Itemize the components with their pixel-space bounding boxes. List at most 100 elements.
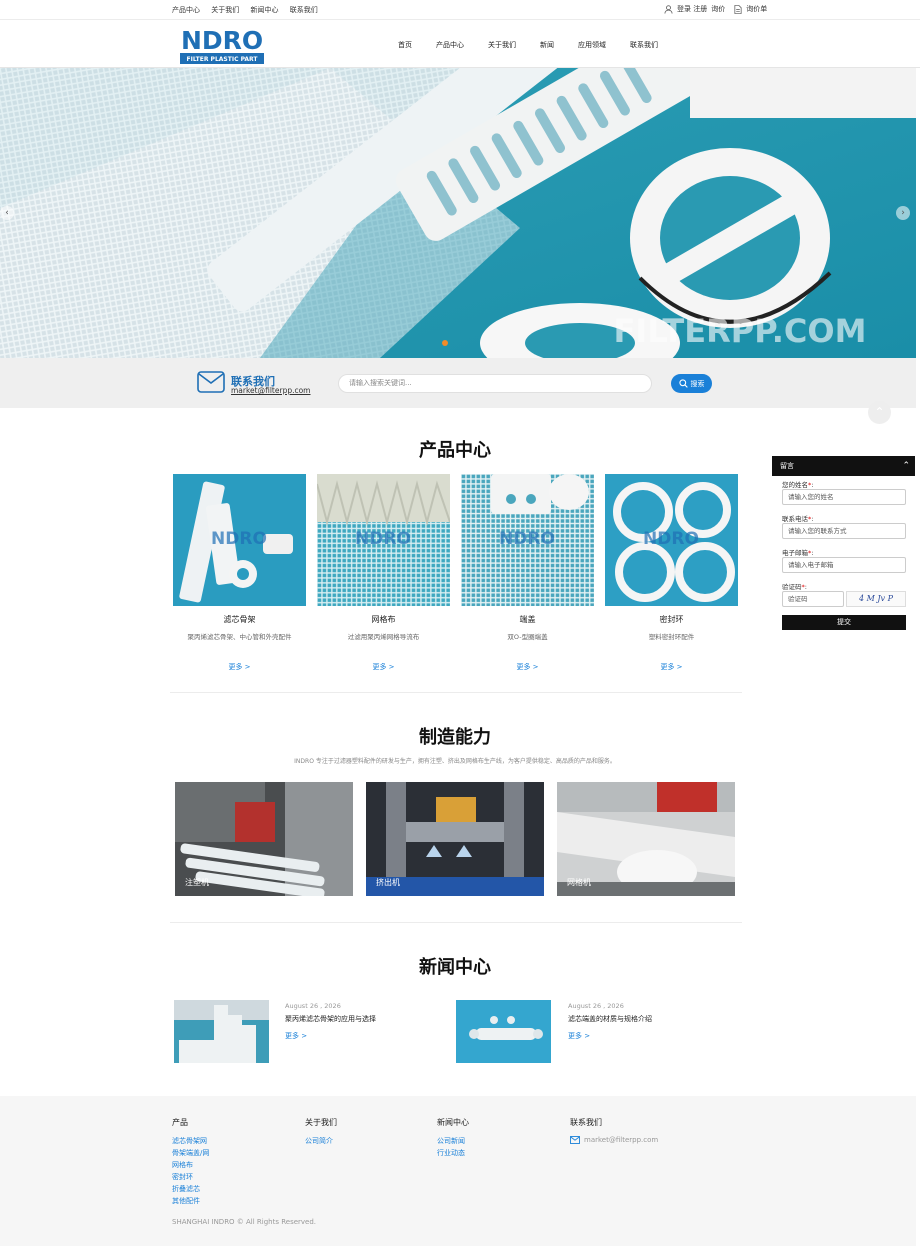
footer-link[interactable]: 骨架端盖/网 [172, 1148, 209, 1158]
collapse-chevron-icon[interactable]: ⌃ [902, 456, 910, 476]
news-title[interactable]: 聚丙烯滤芯骨架的应用与选择 [285, 1014, 376, 1024]
footer-link[interactable]: 公司新闻 [437, 1136, 465, 1146]
product-name[interactable]: 网格布 [317, 614, 450, 625]
footer-col-title: 联系我们 [570, 1118, 602, 1127]
product-more-link[interactable]: 更多 > [317, 662, 450, 672]
product-more-link[interactable]: 更多 > [461, 662, 594, 672]
search-input[interactable]: 请输入搜索关键词... [338, 374, 652, 393]
nav-applications[interactable]: 应用领域 [578, 40, 606, 50]
product-image-ring[interactable]: NDRO [605, 474, 738, 606]
banner-next-arrow-icon[interactable]: › [896, 206, 910, 220]
top-links: 产品中心 关于我们 新闻中心 联系我们 [172, 5, 327, 15]
news-more-link[interactable]: 更多 > [568, 1031, 590, 1041]
field-label: 联系电话*: [782, 515, 814, 523]
search-button-label: 搜索 [690, 379, 705, 388]
svg-text:NDRO: NDRO [211, 529, 267, 549]
cart-link[interactable]: 询价 [711, 4, 725, 14]
nav-about[interactable]: 关于我们 [488, 40, 516, 50]
field-label: 验证码*: [782, 583, 807, 591]
product-desc: 双O-型圈端盖 [507, 633, 548, 641]
news-image[interactable] [456, 1000, 551, 1063]
top-link-about[interactable]: 关于我们 [211, 6, 239, 14]
banner-watermark: FILTERPP.COM [614, 312, 867, 350]
search-icon [678, 379, 688, 388]
account-links: 登录 注册 询价 询价单 [664, 4, 767, 14]
footer-email[interactable]: market@filterpp.com [584, 1136, 658, 1144]
top-bar: 产品中心 关于我们 新闻中心 联系我们 登录 注册 询价 询价单 [0, 0, 920, 20]
footer-link[interactable]: 公司简介 [305, 1136, 333, 1146]
footer-link[interactable]: 网格布 [172, 1160, 193, 1170]
indro-logo-image: NDRO FILTER PLASTIC PART [180, 26, 264, 64]
footer-link[interactable]: 折叠滤芯 [172, 1184, 200, 1194]
capability-label: 挤出机 [376, 878, 400, 887]
product-image-endcap[interactable]: NDRO [461, 474, 594, 606]
inquiry-widget-header[interactable]: 留言 ⌃ [772, 456, 915, 476]
product-name[interactable]: 密封环 [605, 614, 738, 625]
phone-field[interactable]: 请输入您的联系方式 [782, 523, 906, 539]
svg-text:NDRO: NDRO [355, 529, 411, 549]
search-button[interactable]: 搜索 [671, 374, 712, 393]
user-icon [664, 4, 673, 14]
product-more-link[interactable]: 更多 > [605, 662, 738, 672]
news-date: August 26 , 2026 [568, 1002, 624, 1010]
field-label: 您的姓名*: [782, 481, 814, 489]
copyright: SHANGHAI INDRO © All Rights Reserved. [172, 1218, 317, 1226]
section-divider [170, 692, 742, 693]
footer-col-title: 产品 [172, 1118, 188, 1127]
news-image[interactable] [174, 1000, 269, 1063]
footer-link[interactable]: 滤芯骨架网 [172, 1136, 207, 1146]
product-name[interactable]: 端盖 [461, 614, 594, 625]
capability-label: 注塑机 [185, 878, 209, 887]
news-more-link[interactable]: 更多 > [285, 1031, 307, 1041]
nav-home[interactable]: 首页 [398, 40, 412, 50]
captcha-image[interactable]: 4 M Jv P [846, 591, 906, 607]
main-nav: 首页 产品中心 关于我们 新闻 应用领域 联系我们 [398, 40, 682, 50]
footer-link[interactable]: 行业动态 [437, 1148, 465, 1158]
footer-link[interactable]: 密封环 [172, 1172, 193, 1182]
footer-col-title: 新闻中心 [437, 1118, 469, 1127]
logo-brand-text: NDRO [181, 26, 263, 55]
logo[interactable]: NDRO FILTER PLASTIC PART [180, 25, 264, 64]
banner-image: FILTERPP.COM [0, 68, 916, 358]
page: 产品中心 关于我们 新闻中心 联系我们 登录 注册 询价 询价单 NDRO FI… [0, 0, 920, 1246]
top-link-news[interactable]: 新闻中心 [250, 6, 278, 14]
field-label: 电子邮箱*: [782, 549, 814, 557]
nav-products[interactable]: 产品中心 [436, 40, 464, 50]
footer-col-title: 关于我们 [305, 1118, 337, 1127]
document-icon [734, 4, 742, 14]
top-link-contact[interactable]: 联系我们 [290, 6, 318, 14]
product-image-core[interactable]: NDRO [173, 474, 306, 606]
captcha-field[interactable]: 验证码 [782, 591, 844, 607]
login-register-link[interactable]: 登录 注册 [677, 4, 707, 14]
news-section-title: 新闻中心 [419, 957, 491, 978]
footer-link[interactable]: 其他配件 [172, 1196, 200, 1206]
top-link-products[interactable]: 产品中心 [172, 6, 200, 14]
news-date: August 26 , 2026 [285, 1002, 341, 1010]
capability-label: 网格机 [567, 878, 591, 887]
inquiry-widget-title: 留言 [780, 462, 794, 470]
back-to-top-icon[interactable]: ⌃ [868, 401, 891, 424]
banner-pager-dot[interactable] [442, 340, 448, 346]
footer-mail-icon [570, 1136, 580, 1144]
product-more-link[interactable]: 更多 > [173, 662, 306, 672]
product-desc: 过滤用聚丙烯网格导流布 [347, 633, 420, 641]
svg-text:NDRO: NDRO [643, 529, 699, 549]
email-field[interactable]: 请输入电子邮箱 [782, 557, 906, 573]
submit-button[interactable]: 提交 [782, 615, 906, 630]
news-title[interactable]: 滤芯端盖的材质与规格介绍 [568, 1014, 652, 1024]
logo-sub-text: FILTER PLASTIC PART [187, 56, 259, 63]
product-name[interactable]: 滤芯骨架 [173, 614, 306, 625]
mail-icon [197, 371, 225, 393]
name-field[interactable]: 请输入您的姓名 [782, 489, 906, 505]
product-desc: 塑料密封环配件 [648, 633, 695, 641]
inquiry-link[interactable]: 询价单 [746, 4, 767, 14]
contact-email-link[interactable]: market@filterpp.com [231, 386, 311, 395]
section-divider [170, 922, 742, 923]
svg-text:NDRO: NDRO [499, 529, 555, 549]
product-image-mesh[interactable]: NDRO [317, 474, 450, 606]
capability-section-title: 制造能力 [419, 727, 491, 748]
nav-contact[interactable]: 联系我们 [630, 40, 658, 50]
nav-news[interactable]: 新闻 [540, 40, 554, 50]
banner-prev-arrow-icon[interactable]: ‹ [0, 206, 14, 220]
product-desc: 聚丙烯滤芯骨架、中心管和外壳配件 [187, 633, 292, 641]
